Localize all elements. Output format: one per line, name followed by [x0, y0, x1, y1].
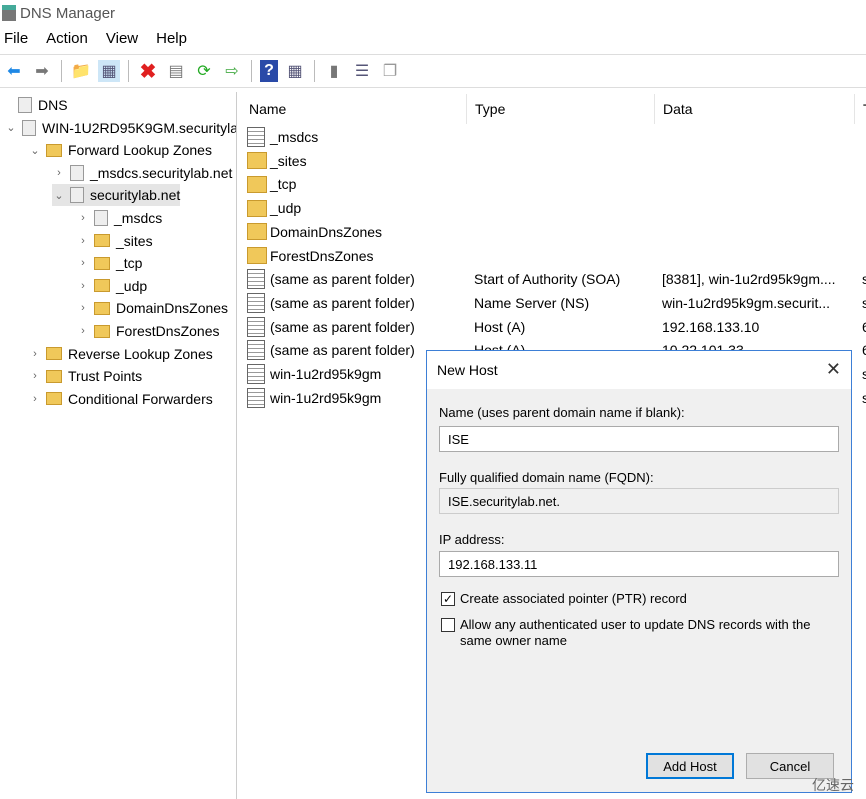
allow-update-label: Allow any authenticated user to update D… — [460, 617, 811, 648]
allow-update-checkbox[interactable] — [441, 618, 455, 632]
ptr-label: Create associated pointer (PTR) record — [460, 591, 687, 606]
add-host-button[interactable]: Add Host — [646, 753, 734, 779]
name-label: Name (uses parent domain name if blank): — [439, 405, 685, 420]
ptr-checkbox[interactable]: ✓ — [441, 592, 455, 606]
new-host-dialog: New Host ✕ Name (uses parent domain name… — [426, 350, 852, 793]
dialog-title-bar: New Host — [427, 351, 851, 389]
name-input[interactable]: ISE — [439, 426, 839, 452]
fqdn-field: ISE.securitylab.net. — [439, 488, 839, 514]
fqdn-label: Fully qualified domain name (FQDN): — [439, 470, 654, 485]
dialog-title: New Host — [437, 362, 498, 378]
close-icon[interactable]: ✕ — [826, 359, 841, 380]
ip-address-input[interactable]: 192.168.133.11 — [439, 551, 839, 577]
ip-label: IP address: — [439, 532, 505, 547]
watermark: 亿速云 — [812, 777, 854, 793]
